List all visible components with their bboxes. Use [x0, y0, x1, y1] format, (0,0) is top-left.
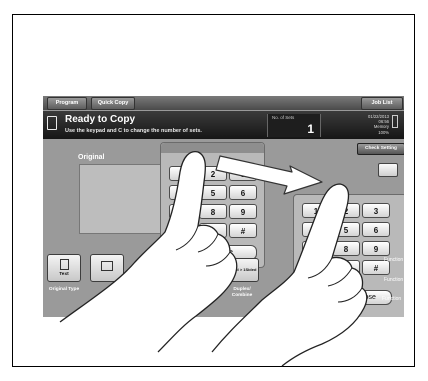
right-key-6[interactable]: 6 — [362, 222, 390, 237]
right-key-3[interactable]: 3 — [362, 203, 390, 218]
copy-icon — [47, 116, 57, 130]
key-5[interactable]: 5 — [199, 185, 227, 200]
key-8[interactable]: 8 — [199, 204, 227, 219]
check-setting-button[interactable]: Check Setting — [357, 143, 404, 155]
sets-display: No. of Sets 1 — [267, 114, 321, 137]
keypad-header — [161, 143, 264, 153]
key-3[interactable]: 3 — [229, 166, 257, 181]
memory-value: 100% — [378, 129, 389, 135]
copy-screen: Program Quick Copy Job List Ready to Cop… — [43, 96, 404, 317]
right-key-2[interactable]: 2 — [332, 203, 360, 218]
sets-value: 1 — [307, 122, 314, 136]
text-button-label: Text — [59, 272, 69, 277]
memory-bar-icon — [392, 115, 398, 128]
duplex-label: Duplex/ Combine — [231, 287, 253, 298]
original-settings-button[interactable] — [378, 163, 398, 177]
key-0[interactable]: 0 — [199, 223, 227, 238]
key-7[interactable]: 7 — [169, 204, 197, 219]
right-key-5[interactable]: 5 — [332, 222, 360, 237]
duplex-button[interactable]: 1Sided > 1Sided — [223, 258, 259, 282]
key-9[interactable]: 9 — [229, 204, 257, 219]
duplex-value: 1Sided > 1Sided — [225, 267, 257, 272]
original-type-label: Original Type — [48, 287, 80, 292]
key-c[interactable]: C — [169, 223, 197, 238]
sets-label: No. of Sets — [272, 115, 295, 120]
key-hash[interactable]: # — [229, 223, 257, 238]
original-label: Original — [78, 154, 105, 161]
job-list-tab[interactable]: Job List — [361, 97, 403, 110]
zoom-value: 100.0% — [190, 271, 208, 276]
info-box: 01/22/2013 06:56 Memory 100% — [349, 114, 389, 135]
paper-label: Paper — [145, 287, 159, 292]
program-tab[interactable]: Program — [47, 97, 87, 110]
quick-settings-strip: Text 100.0% 1Sided > 1Sided Original Typ… — [43, 254, 404, 298]
original-type-button[interactable]: Text — [47, 254, 81, 282]
zoom-button[interactable]: 100.0% — [181, 258, 217, 282]
status-message: Use the keypad and C to change the numbe… — [65, 128, 202, 134]
right-key-4[interactable]: 4 — [302, 222, 330, 237]
key-6[interactable]: 6 — [229, 185, 257, 200]
key-2[interactable]: 2 — [199, 166, 227, 181]
key-1[interactable]: 1 — [169, 166, 197, 181]
color-button[interactable] — [90, 254, 124, 282]
keypad-center: 1 2 3 4 5 6 7 8 9 C 0 # Close — [160, 142, 265, 268]
status-bar: Ready to Copy Use the keypad and C to ch… — [43, 111, 404, 139]
document-icon — [59, 259, 69, 270]
status-title: Ready to Copy — [65, 114, 136, 125]
page-icon — [101, 261, 113, 271]
original-preview-panel — [79, 164, 173, 234]
key-4[interactable]: 4 — [169, 185, 197, 200]
top-bar: Program Quick Copy Job List — [43, 96, 404, 110]
quick-copy-tab[interactable]: Quick Copy — [91, 97, 135, 110]
zoom-label: Zoom — [192, 287, 206, 292]
right-key-1[interactable]: 1 — [302, 203, 330, 218]
